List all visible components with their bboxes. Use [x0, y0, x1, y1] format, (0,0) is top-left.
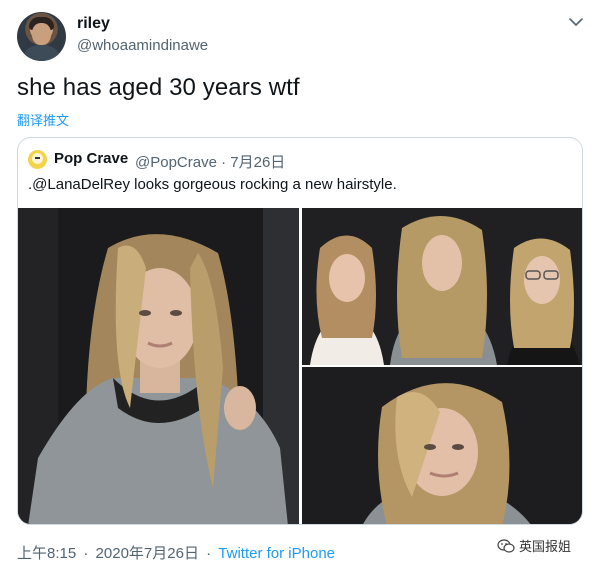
author-handle[interactable]: @whoaamindinawe	[77, 37, 208, 54]
photo-3-image	[302, 367, 582, 524]
footer-separator-2: ·	[206, 545, 212, 562]
wechat-icon	[497, 538, 515, 553]
quoted-author-handle-date: @PopCrave · 7月26日	[135, 154, 286, 171]
tweet-time[interactable]: 上午8:15	[17, 545, 76, 562]
footer-separator: ·	[83, 545, 89, 562]
quoted-author-name: Pop Crave	[54, 150, 129, 167]
quoted-tweet-card[interactable]: Pop Crave @PopCrave · 7月26日 .@LanaDelRey…	[17, 137, 583, 525]
tweet-date[interactable]: 2020年7月26日	[96, 545, 199, 562]
photo-1[interactable]	[18, 208, 299, 524]
chevron-down-icon[interactable]	[568, 16, 584, 28]
photo-3[interactable]	[302, 367, 582, 524]
tweet: riley @whoaamindinawe she has aged 30 ye…	[0, 0, 598, 572]
photo-1-image	[18, 208, 299, 524]
quoted-author-avatar	[28, 150, 47, 169]
watermark: 英国报姐	[497, 536, 571, 555]
author-name[interactable]: riley	[77, 15, 110, 33]
watermark-text: 英国报姐	[519, 539, 572, 554]
tweet-source-link[interactable]: Twitter for iPhone	[218, 545, 335, 562]
translate-tweet-link[interactable]: 翻译推文	[17, 110, 69, 129]
tweet-text: she has aged 30 years wtf	[17, 74, 300, 101]
tweet-footer: 上午8:15 · 2020年7月26日 · Twitter for iPhone	[17, 542, 335, 563]
quoted-tweet-text: .@LanaDelRey looks gorgeous rocking a ne…	[28, 176, 397, 193]
author-avatar[interactable]	[17, 12, 66, 61]
photo-2[interactable]	[302, 208, 582, 365]
photo-2-image	[302, 208, 582, 365]
